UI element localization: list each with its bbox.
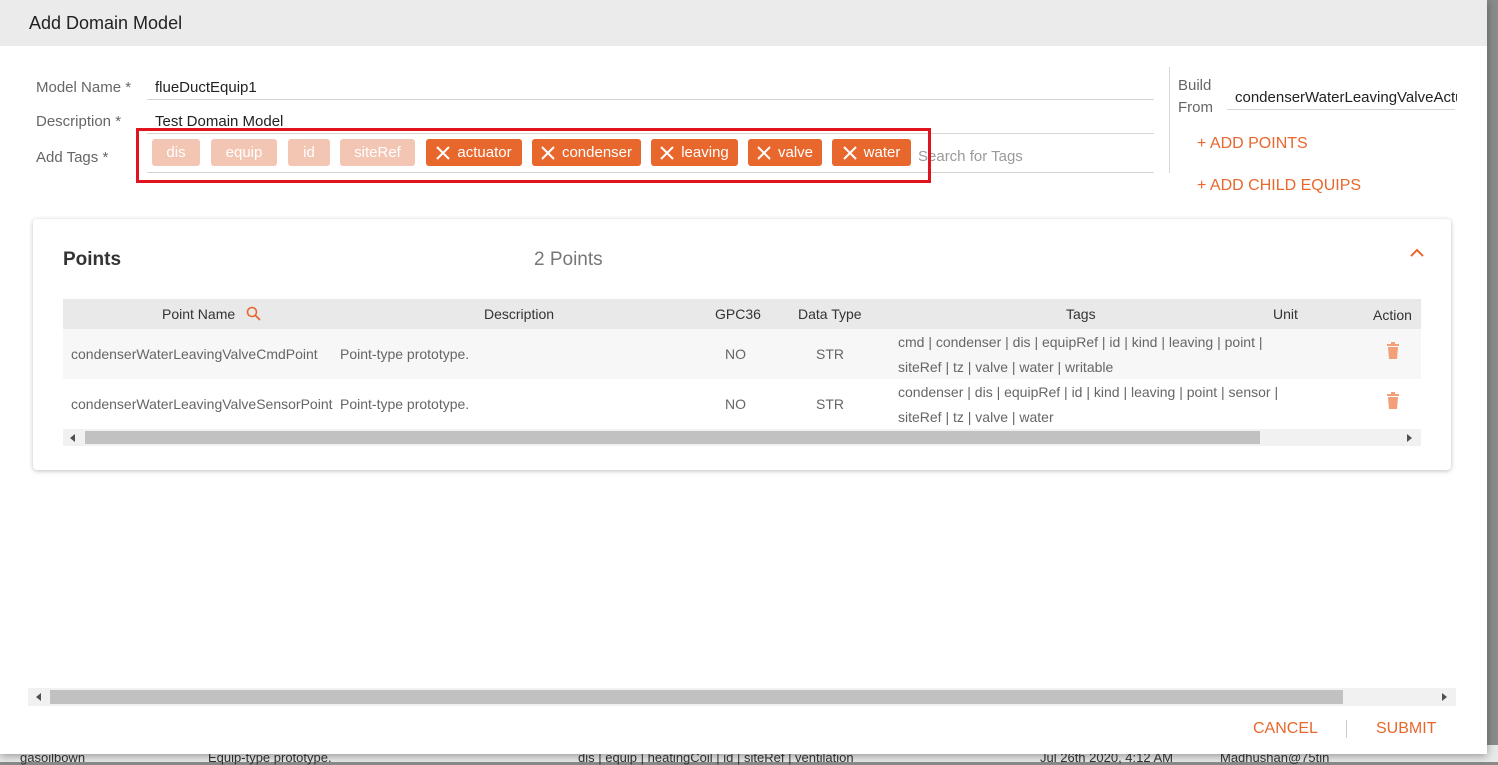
trash-icon[interactable] — [1386, 342, 1400, 359]
build-from-label: From — [1178, 99, 1213, 116]
points-card: Points 2 Points Point Name Description G… — [33, 219, 1451, 470]
add-tags-label: Add Tags * — [36, 149, 109, 166]
column-header-unit: Unit — [1273, 306, 1298, 322]
column-header-description: Description — [484, 306, 555, 322]
points-count: 2 Points — [534, 249, 603, 270]
description-cell: Point-type prototype. — [340, 346, 470, 362]
tags-cell: siteRef | tz | valve | water — [898, 409, 1054, 425]
table-header: Point Name Description GPC36 Data Type T… — [63, 299, 1421, 329]
gpc36-cell: NO — [725, 396, 746, 412]
point-name-cell: condenserWaterLeavingValveSensorPoint — [71, 396, 333, 412]
dialog-header: Add Domain Model — [0, 0, 1487, 46]
scrollbar-thumb[interactable] — [50, 690, 1343, 704]
scroll-right-arrow-icon[interactable] — [1442, 693, 1447, 701]
add-child-equips-button[interactable]: + ADD CHILD EQUIPS — [1197, 177, 1361, 195]
build-from-underline — [1227, 109, 1455, 110]
description-label: Description * — [36, 113, 122, 130]
add-domain-model-dialog: Add Domain Model Model Name * flueDuctEq… — [0, 0, 1487, 754]
tags-cell: cmd | condenser | dis | equipRef | id | … — [898, 334, 1263, 350]
scroll-left-arrow-icon[interactable] — [70, 434, 75, 442]
scroll-right-arrow-icon[interactable] — [1407, 434, 1412, 442]
search-icon[interactable] — [246, 306, 261, 321]
model-name-input[interactable]: flueDuctEquip1 — [155, 79, 257, 96]
tags-cell: siteRef | tz | valve | water | writable — [898, 359, 1114, 375]
footer-divider — [1346, 720, 1347, 738]
submit-button[interactable]: SUBMIT — [1376, 720, 1436, 738]
cancel-button[interactable]: CANCEL — [1253, 720, 1318, 738]
gpc36-cell: NO — [725, 346, 746, 362]
tag-search-input[interactable] — [918, 148, 1148, 165]
column-header-data-type: Data Type — [798, 306, 862, 322]
trash-icon[interactable] — [1386, 392, 1400, 409]
chevron-up-icon[interactable] — [1408, 245, 1426, 261]
build-from-select[interactable]: condenserWaterLeavingValveActuator — [1235, 89, 1457, 106]
column-header-gpc36: GPC36 — [715, 306, 761, 322]
dialog-horizontal-scrollbar[interactable] — [28, 688, 1456, 706]
dialog-title: Add Domain Model — [29, 13, 183, 33]
column-header-tags: Tags — [1066, 306, 1096, 322]
column-header-action: Action — [1373, 307, 1412, 323]
table-row: condenserWaterLeavingValveSensorPoint Po… — [63, 379, 1421, 429]
scrollbar-thumb[interactable] — [85, 431, 1260, 444]
column-header-point-name: Point Name — [162, 306, 236, 322]
data-type-cell: STR — [816, 346, 844, 362]
model-name-label: Model Name * — [36, 79, 132, 96]
model-name-underline — [147, 99, 1154, 100]
scroll-left-arrow-icon[interactable] — [36, 693, 41, 701]
table-horizontal-scrollbar[interactable] — [63, 429, 1421, 446]
data-type-cell: STR — [816, 396, 844, 412]
vertical-divider — [1169, 67, 1170, 173]
tags-cell: condenser | dis | equipRef | id | kind |… — [898, 384, 1279, 400]
description-cell: Point-type prototype. — [340, 396, 470, 412]
tags-highlight-box — [136, 128, 931, 183]
add-points-button[interactable]: + ADD POINTS — [1197, 135, 1308, 153]
build-from-label: Build — [1178, 77, 1212, 94]
table-row: condenserWaterLeavingValveCmdPoint Point… — [63, 329, 1421, 379]
points-title: Points — [63, 249, 122, 270]
point-name-cell: condenserWaterLeavingValveCmdPoint — [71, 346, 318, 362]
